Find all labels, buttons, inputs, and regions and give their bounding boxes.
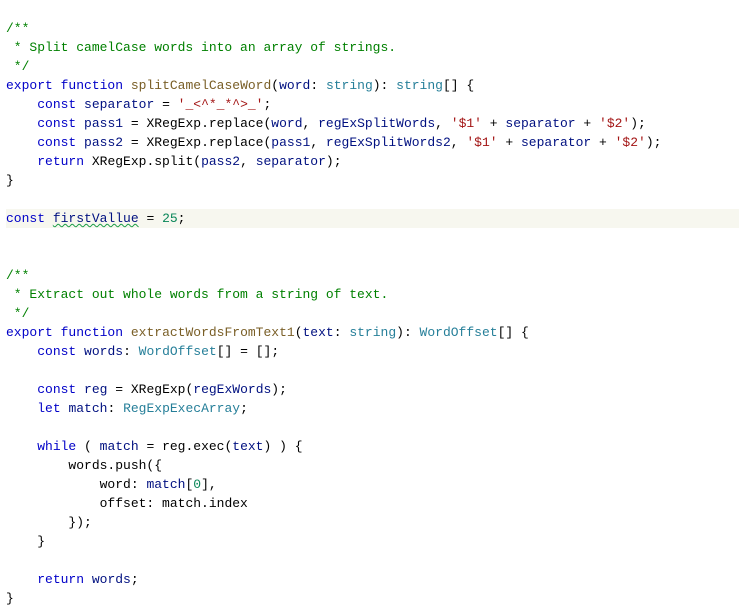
comment-line: * Split camelCase words into an array of… bbox=[6, 40, 396, 55]
code-line: }); bbox=[6, 515, 92, 530]
code-line: return XRegExp.split(pass2, separator); bbox=[6, 154, 342, 169]
active-line: const firstVallue = 25; bbox=[6, 209, 739, 228]
code-line: const reg = XRegExp(regExWords); bbox=[6, 382, 287, 397]
blank-line bbox=[6, 249, 14, 264]
spelling-error: firstVallue bbox=[53, 211, 139, 226]
blank-line bbox=[6, 363, 14, 378]
code-line: offset: match.index bbox=[6, 496, 248, 511]
comment-line: */ bbox=[6, 306, 29, 321]
code-line: export function extractWordsFromText1(te… bbox=[6, 325, 529, 340]
comment-line: */ bbox=[6, 59, 29, 74]
code-line: const words: WordOffset[] = []; bbox=[6, 344, 279, 359]
code-line: word: match[0], bbox=[6, 477, 217, 492]
code-line: export function splitCamelCaseWord(word:… bbox=[6, 78, 474, 93]
code-line: const pass1 = XRegExp.replace(word, regE… bbox=[6, 116, 646, 131]
code-line: while ( match = reg.exec(text) ) { bbox=[6, 439, 303, 454]
comment-line: * Extract out whole words from a string … bbox=[6, 287, 388, 302]
blank-line bbox=[6, 192, 14, 207]
code-line: const separator = '_<^*_*^>_'; bbox=[6, 97, 271, 112]
comment-line: /** bbox=[6, 21, 29, 36]
code-line: return words; bbox=[6, 572, 139, 587]
code-line: const pass2 = XRegExp.replace(pass1, reg… bbox=[6, 135, 661, 150]
code-line: } bbox=[6, 591, 14, 606]
code-line: words.push({ bbox=[6, 458, 162, 473]
code-line: let match: RegExpExecArray; bbox=[6, 401, 248, 416]
code-line: } bbox=[6, 534, 45, 549]
code-line: } bbox=[6, 173, 14, 188]
code-editor[interactable]: /** * Split camelCase words into an arra… bbox=[0, 0, 745, 608]
blank-line bbox=[6, 553, 14, 568]
blank-line bbox=[6, 420, 14, 435]
comment-line: /** bbox=[6, 268, 29, 283]
